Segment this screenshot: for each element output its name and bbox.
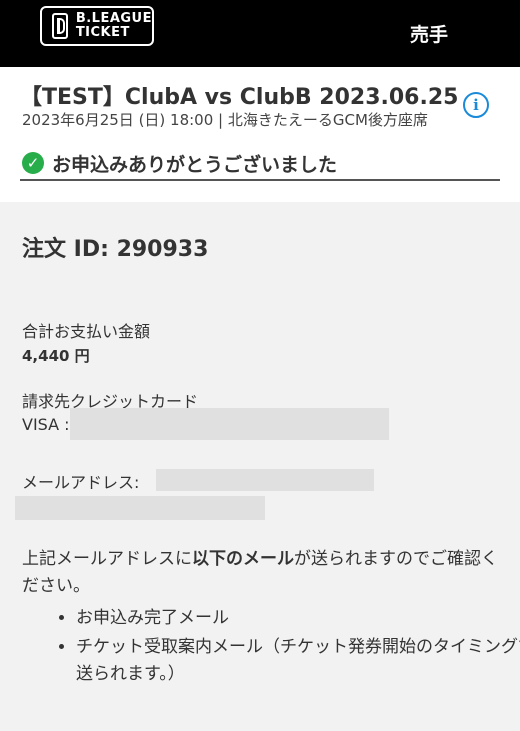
list-item: お申込み完了メール [76, 605, 520, 632]
total-value: 4,440 円 [22, 347, 90, 365]
event-header: 【TEST】ClubA vs ClubB 2023.06.25 2023年6月2… [0, 67, 520, 202]
list-item: チケット受取案内メール（チケット発券開始のタイミングで送られます。） [76, 634, 520, 688]
logo-line2: TICKET [75, 25, 130, 40]
card-number-redacted [70, 408, 389, 440]
check-circle-icon: ✓ [22, 152, 44, 174]
email-label: メールアドレス: [22, 473, 140, 492]
order-id: 注文 ID: 290933 [22, 237, 209, 262]
notice-text-bold: 以下のメール [192, 549, 294, 569]
total-label: 合計お支払い金額 [22, 322, 151, 341]
bleague-ticket-logo[interactable]: B.LEAGUE TICKET [40, 6, 154, 46]
top-bar: B.LEAGUE TICKET 売手 [0, 0, 520, 67]
notice-text-before: 上記メールアドレスに [22, 549, 192, 569]
event-title: 【TEST】ClubA vs ClubB 2023.06.25 [20, 85, 459, 110]
seller-label: 売手 [409, 24, 448, 46]
bleague-logo-icon [52, 13, 68, 39]
confirmation-banner: ✓ お申込みありがとうございました [20, 147, 500, 181]
logo-line1: B.LEAGUE [75, 11, 152, 26]
event-subtitle: 2023年6月25日 (日) 18:00 | 北海きたえーるGCM後方座席 [22, 111, 428, 129]
email-notice: 上記メールアドレスに以下のメールが送られますのでご確認ください。 [22, 546, 502, 600]
card-prefix: VISA : [22, 415, 70, 434]
confirmation-message: お申込みありがとうございました [52, 153, 338, 176]
info-icon[interactable]: i [463, 92, 489, 118]
email-redacted-continued [15, 496, 265, 520]
email-redacted [156, 469, 374, 491]
email-list: お申込み完了メール チケット受取案内メール（チケット発券開始のタイミングで送られ… [40, 605, 520, 690]
